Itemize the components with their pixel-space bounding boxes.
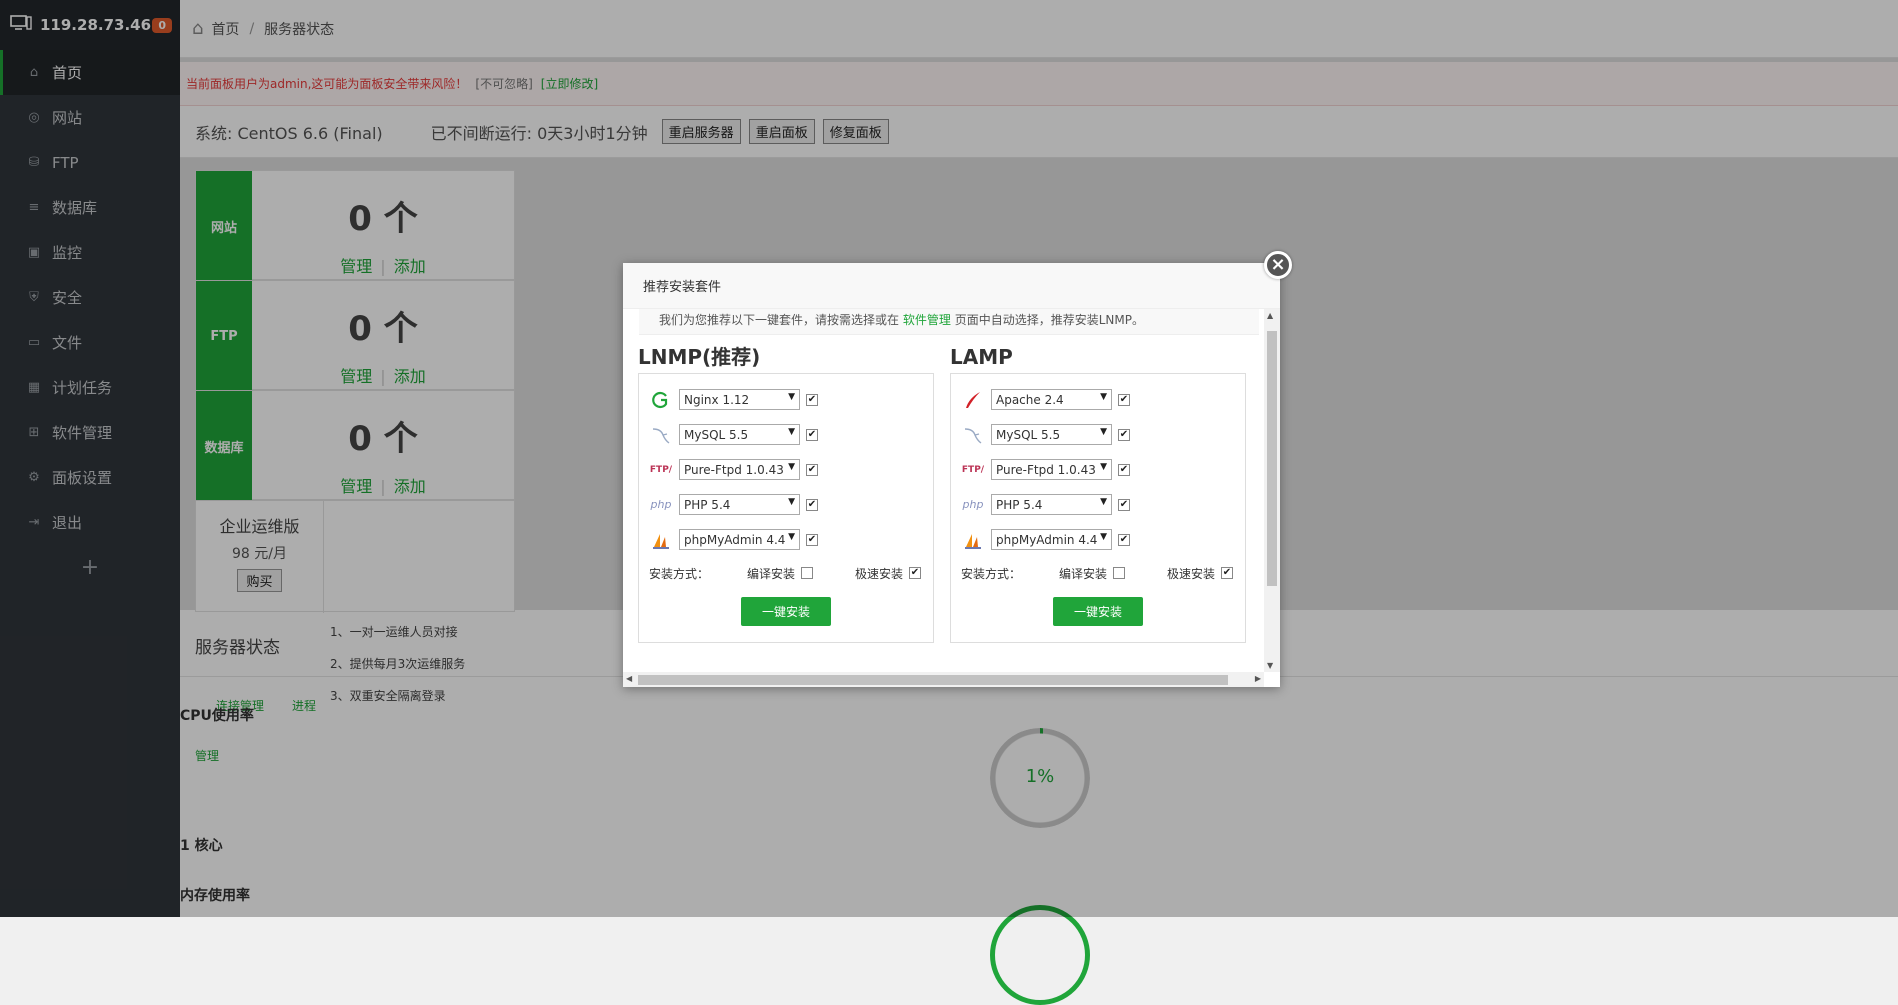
fast-install-checkbox[interactable]: ✔ [909,567,921,579]
php-version-select[interactable]: PHP 5.4 ▼ [991,494,1112,515]
dialog-title: 推荐安装套件 [623,263,1280,309]
lamp-panel: LAMP Apache 2.4 ▼ ✔ MySQL 5.5 ▼ ✔ FTP/ Pur… [950,341,1246,643]
ftp-version-select[interactable]: Pure-Ftpd 1.0.43 ▼ [679,459,800,480]
compile-install-checkbox[interactable] [1113,567,1126,579]
phpmyadmin-checkbox[interactable]: ✔ [1118,533,1130,546]
dialog-tip: 我们为您推荐以下一键套件，请按需选择或在 软件管理 页面中自动选择，推荐安装LN… [639,309,1259,335]
nginx-icon [649,388,673,412]
mysql-checkbox[interactable]: ✔ [1118,428,1130,441]
vertical-scrollbar[interactable]: ▲ ▼ [1264,309,1280,672]
mysql-checkbox[interactable]: ✔ [806,428,818,441]
install-mode-label: 安装方式： [649,566,710,581]
phpmyadmin-checkbox[interactable]: ✔ [806,533,818,546]
tip-text: 页面中自动选择，推荐安装LNMP。 [954,313,1144,327]
php-icon: php [650,498,672,511]
mysql-icon [649,423,673,447]
close-icon[interactable]: × [1264,251,1292,279]
memory-gauge [990,905,1090,1005]
package-row: phpMyAdmin 4.4 ▼ ✔ [951,522,1245,557]
fast-install-checkbox[interactable]: ✔ [1221,567,1233,579]
phpmyadmin-version-select[interactable]: phpMyAdmin 4.4 ▼ [679,529,800,550]
php-icon: php [962,498,984,511]
php-checkbox[interactable]: ✔ [806,498,818,511]
scroll-up-icon[interactable]: ▲ [1267,311,1273,320]
package-row: MySQL 5.5 ▼ ✔ [639,417,933,452]
ftp-icon: FTP/ [649,464,673,475]
apache-checkbox[interactable]: ✔ [1118,393,1130,406]
nginx-checkbox[interactable]: ✔ [806,393,818,406]
scroll-down-icon[interactable]: ▼ [1267,661,1273,670]
ftp-checkbox[interactable]: ✔ [1118,463,1130,476]
lnmp-title: LNMP(推荐) [638,345,761,369]
package-row: FTP/ Pure-Ftpd 1.0.43 ▼ ✔ [639,452,933,487]
lnmp-install-button[interactable]: 一键安装 [741,597,831,626]
package-row: phpMyAdmin 4.4 ▼ ✔ [639,522,933,557]
install-mode-label: 安装方式： [961,566,1022,581]
package-row: php PHP 5.4 ▼ ✔ [951,487,1245,522]
phpmyadmin-icon [649,528,673,552]
ftp-version-select[interactable]: Pure-Ftpd 1.0.43 ▼ [991,459,1112,480]
compile-install-checkbox[interactable] [801,567,814,579]
scroll-thumb[interactable] [1267,331,1277,586]
ftp-checkbox[interactable]: ✔ [806,463,818,476]
package-row: Apache 2.4 ▼ ✔ [951,382,1245,417]
phpmyadmin-icon [961,528,985,552]
apache-version-select[interactable]: Apache 2.4 ▼ [991,389,1112,410]
scroll-right-icon[interactable]: ▶ [1255,674,1261,683]
lamp-title: LAMP [950,345,1013,369]
nginx-version-select[interactable]: Nginx 1.12 ▼ [679,389,800,410]
mysql-version-select[interactable]: MySQL 5.5 ▼ [679,424,800,445]
fast-install-label: 极速安装 [854,566,903,581]
mysql-version-select[interactable]: MySQL 5.5 ▼ [991,424,1112,445]
install-mode: 安装方式： 编译安装 极速安装 ✔ [639,557,933,589]
php-checkbox[interactable]: ✔ [1118,498,1130,511]
phpmyadmin-version-select[interactable]: phpMyAdmin 4.4 ▼ [991,529,1112,550]
tip-text: 我们为您推荐以下一键套件，请按需选择或在 [659,313,900,327]
package-row: FTP/ Pure-Ftpd 1.0.43 ▼ ✔ [951,452,1245,487]
horizontal-scrollbar[interactable]: ◀ ▶ [623,672,1264,687]
package-row: Nginx 1.12 ▼ ✔ [639,382,933,417]
fast-install-label: 极速安装 [1166,566,1215,581]
apache-icon [961,388,985,412]
ftp-icon: FTP/ [961,464,985,475]
software-manage-link[interactable]: 软件管理 [903,313,951,327]
scroll-thumb[interactable] [638,675,1228,685]
install-mode: 安装方式： 编译安装 极速安装 ✔ [951,557,1245,589]
package-row: php PHP 5.4 ▼ ✔ [639,487,933,522]
scroll-left-icon[interactable]: ◀ [626,674,632,683]
mysql-icon [961,423,985,447]
compile-install-label: 编译安装 [1059,566,1108,581]
package-row: MySQL 5.5 ▼ ✔ [951,417,1245,452]
lamp-install-button[interactable]: 一键安装 [1053,597,1143,626]
dialog-body: 我们为您推荐以下一键套件，请按需选择或在 软件管理 页面中自动选择，推荐安装LN… [623,309,1264,672]
recommend-install-dialog: 推荐安装套件 × 我们为您推荐以下一键套件，请按需选择或在 软件管理 页面中自动… [623,251,1292,687]
lnmp-panel: LNMP(推荐) Nginx 1.12 ▼ ✔ MySQL 5.5 ▼ ✔ FTP/… [638,341,934,643]
compile-install-label: 编译安装 [747,566,796,581]
php-version-select[interactable]: PHP 5.4 ▼ [679,494,800,515]
